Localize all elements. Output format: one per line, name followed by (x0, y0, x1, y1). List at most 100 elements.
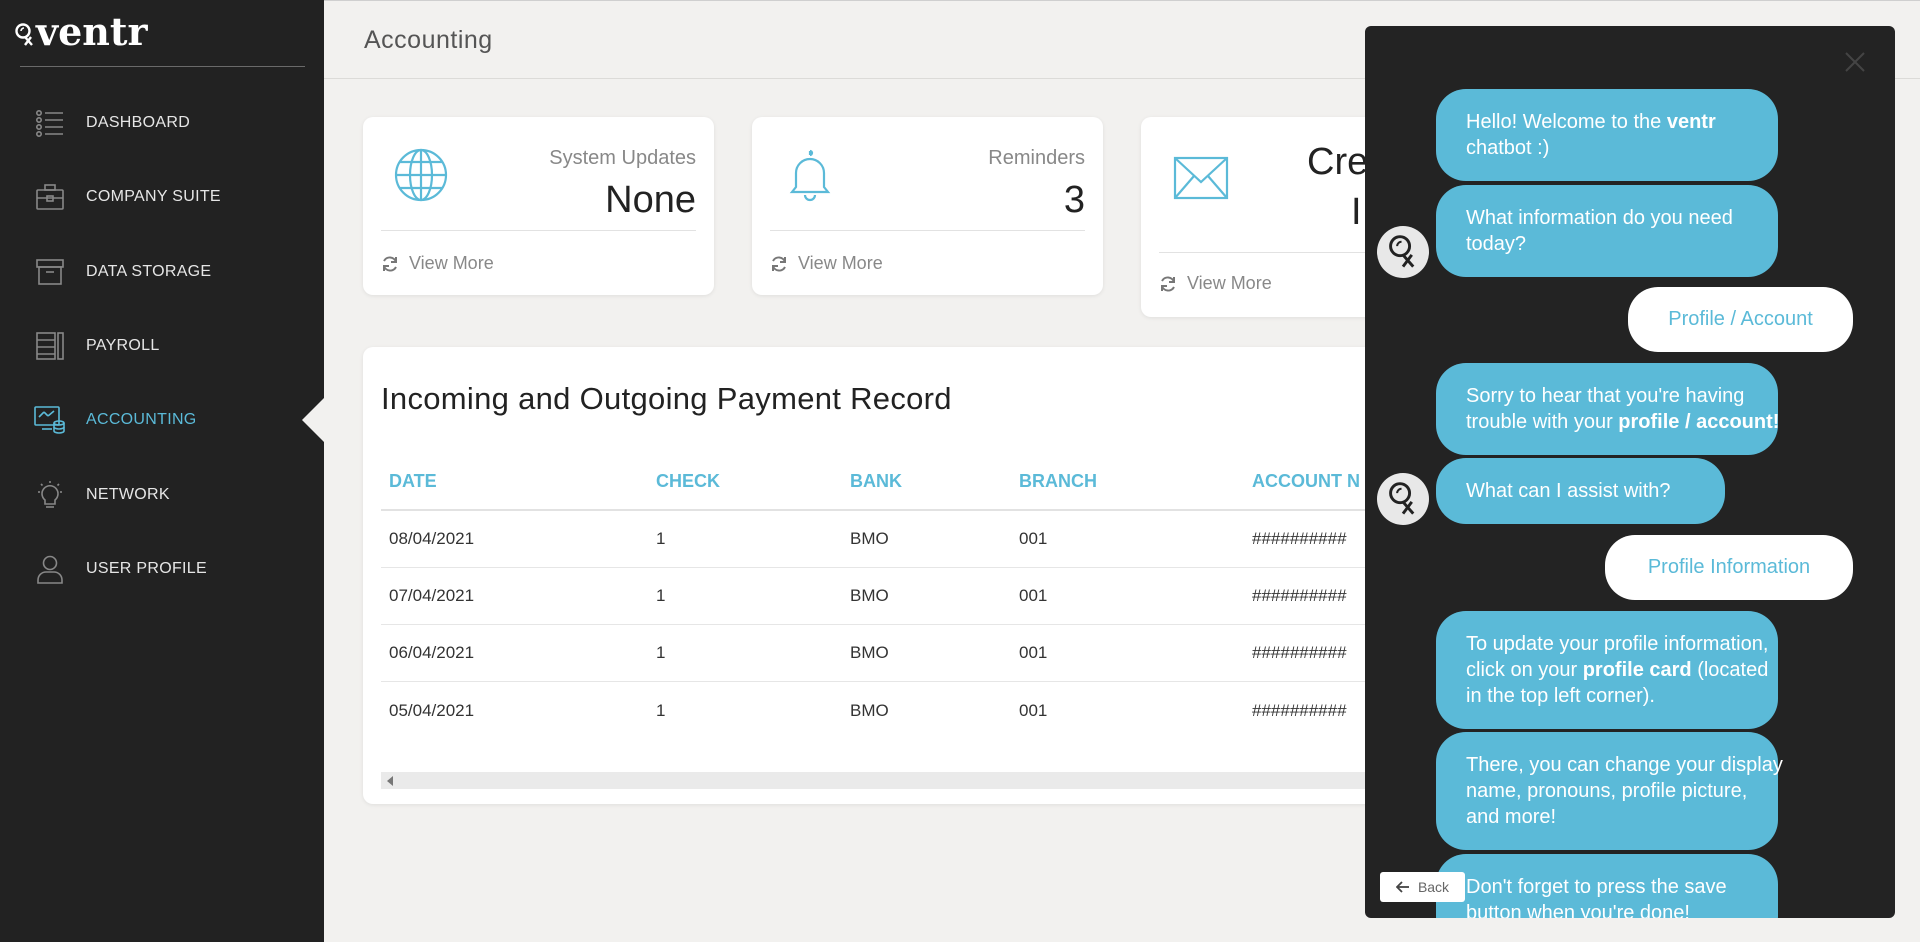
view-more-label: View More (798, 253, 883, 273)
list-icon (34, 107, 66, 139)
bot-text: What information do you need (1466, 207, 1733, 229)
close-icon[interactable] (1843, 50, 1867, 74)
bot-text: today? (1466, 233, 1527, 255)
cell-account: ########## (1252, 700, 1347, 720)
column-header-date[interactable]: DATE (389, 471, 437, 492)
cell-bank: BMO (850, 529, 889, 548)
briefcase-icon (34, 181, 66, 213)
back-button[interactable]: Back (1380, 872, 1465, 902)
bot-avatar (1377, 473, 1429, 525)
refresh-icon (1161, 275, 1175, 292)
cell-account: ########## (1252, 643, 1347, 662)
cell-bank: BMO (850, 700, 889, 720)
sidebar-item-company-suite[interactable]: COMPANY SUITE (0, 160, 324, 234)
user-message: Profile / Account (1628, 287, 1853, 352)
ventr-logo-icon (1389, 235, 1415, 268)
payment-record-title: Incoming and Outgoing Payment Record (381, 381, 952, 416)
bot-message: What information do you need today? (1436, 185, 1778, 277)
cell-account: ########## (1252, 586, 1347, 605)
view-more-link[interactable]: View More (1159, 273, 1272, 294)
sidebar-nav: DASHBOARD COMPANY SUITE DATA STORAGE PAY… (0, 86, 324, 606)
user-message: Profile Information (1605, 535, 1853, 600)
logo-text: ventr (36, 9, 148, 54)
user-text: Profile / Account (1668, 308, 1813, 330)
sidebar-item-label: DATA STORAGE (86, 262, 212, 280)
bot-text: click on your (1466, 659, 1583, 681)
card-divider (770, 230, 1085, 231)
card-value: 3 (1063, 179, 1085, 221)
bot-message: There, you can change your display name,… (1436, 732, 1783, 850)
bot-text: in the top left corner). (1466, 685, 1655, 707)
refresh-icon (772, 255, 786, 272)
sidebar-item-label: PAYROLL (86, 337, 160, 355)
sidebar-item-network[interactable]: NETWORK (0, 457, 324, 531)
bot-text: There, you can change your display (1466, 754, 1783, 776)
sidebar-item-dashboard[interactable]: DASHBOARD (0, 86, 324, 160)
bot-text: Hello! Welcome to the (1466, 111, 1667, 133)
cell-branch: 001 (1019, 643, 1048, 662)
view-more-label: View More (409, 253, 494, 273)
bot-message: Sorry to hear that you're having trouble… (1436, 363, 1780, 455)
logo[interactable]: ventr (14, 10, 147, 54)
user-text: Profile Information (1647, 556, 1811, 578)
bell-icon (789, 149, 831, 202)
sidebar-item-label: ACCOUNTING (86, 411, 197, 429)
sidebar-item-label: USER PROFILE (86, 559, 207, 577)
bot-message: To update your profile information, clic… (1436, 611, 1778, 729)
column-header-bank[interactable]: BANK (850, 471, 902, 492)
bot-text: To update your profile information, (1466, 633, 1769, 655)
sidebar-item-user-profile[interactable]: USER PROFILE (0, 532, 324, 606)
archive-box-icon (34, 256, 66, 288)
view-more-label: View More (1187, 273, 1272, 293)
card-label: Reminders (988, 147, 1085, 169)
refresh-icon (383, 255, 397, 272)
cell-bank: BMO (850, 643, 889, 662)
bot-text-bold: profile card (1582, 659, 1692, 681)
ventr-logo-icon (1389, 482, 1415, 515)
card-label: Cre (1307, 141, 1369, 183)
user-icon (34, 553, 66, 585)
bot-text: trouble with your (1466, 411, 1619, 433)
sidebar-item-accounting[interactable]: ACCOUNTING (0, 383, 324, 457)
bot-text: Don't forget to press the save (1466, 876, 1727, 898)
sidebar-item-payroll[interactable]: PAYROLL (0, 309, 324, 383)
view-more-link[interactable]: View More (381, 253, 494, 274)
accounting-icon (34, 404, 66, 436)
bot-text: name, pronouns, profile picture, (1466, 780, 1748, 802)
bot-message: What can I assist with? (1436, 458, 1725, 524)
cell-date: 08/04/2021 (389, 529, 475, 548)
bot-text-bold: profile / account! (1618, 411, 1780, 433)
scroll-left-arrow-icon[interactable] (387, 776, 393, 786)
bot-text: chatbot :) (1466, 137, 1550, 159)
payroll-icon (34, 330, 66, 362)
chatbot-panel: Hello! Welcome to the ventr chatbot :) W… (1365, 26, 1895, 918)
card-value: None (605, 179, 696, 221)
bot-text: and more! (1466, 806, 1557, 828)
card-divider (381, 230, 696, 231)
reminders-card: Reminders 3 View More (752, 117, 1103, 295)
cell-date: 06/04/2021 (389, 643, 475, 662)
cell-branch: 001 (1019, 700, 1048, 720)
ventr-logo-icon (15, 23, 33, 46)
cell-branch: 001 (1019, 586, 1048, 605)
sidebar-item-label: DASHBOARD (86, 114, 191, 132)
lightbulb-icon (34, 479, 66, 511)
logo-divider (20, 66, 305, 67)
view-more-link[interactable]: View More (770, 253, 883, 274)
cell-date: 05/04/2021 (389, 700, 475, 720)
back-label: Back (1417, 879, 1450, 895)
bot-text: button when you're done! (1466, 902, 1690, 918)
bot-message: Don't forget to press the save button wh… (1436, 854, 1778, 918)
active-indicator (302, 398, 324, 443)
column-header-branch[interactable]: BRANCH (1019, 471, 1097, 492)
cell-check: 1 (656, 700, 666, 720)
arrow-left-icon (1395, 881, 1409, 893)
bot-message: Hello! Welcome to the ventr chatbot :) (1436, 89, 1778, 181)
column-header-account[interactable]: ACCOUNT N (1252, 471, 1360, 492)
column-header-check[interactable]: CHECK (656, 471, 720, 492)
bot-text-bold: ventr (1666, 111, 1716, 133)
bot-text: What can I assist with? (1466, 480, 1671, 502)
sidebar-item-data-storage[interactable]: DATA STORAGE (0, 235, 324, 309)
cell-bank: BMO (850, 586, 889, 605)
envelope-icon (1173, 156, 1229, 200)
